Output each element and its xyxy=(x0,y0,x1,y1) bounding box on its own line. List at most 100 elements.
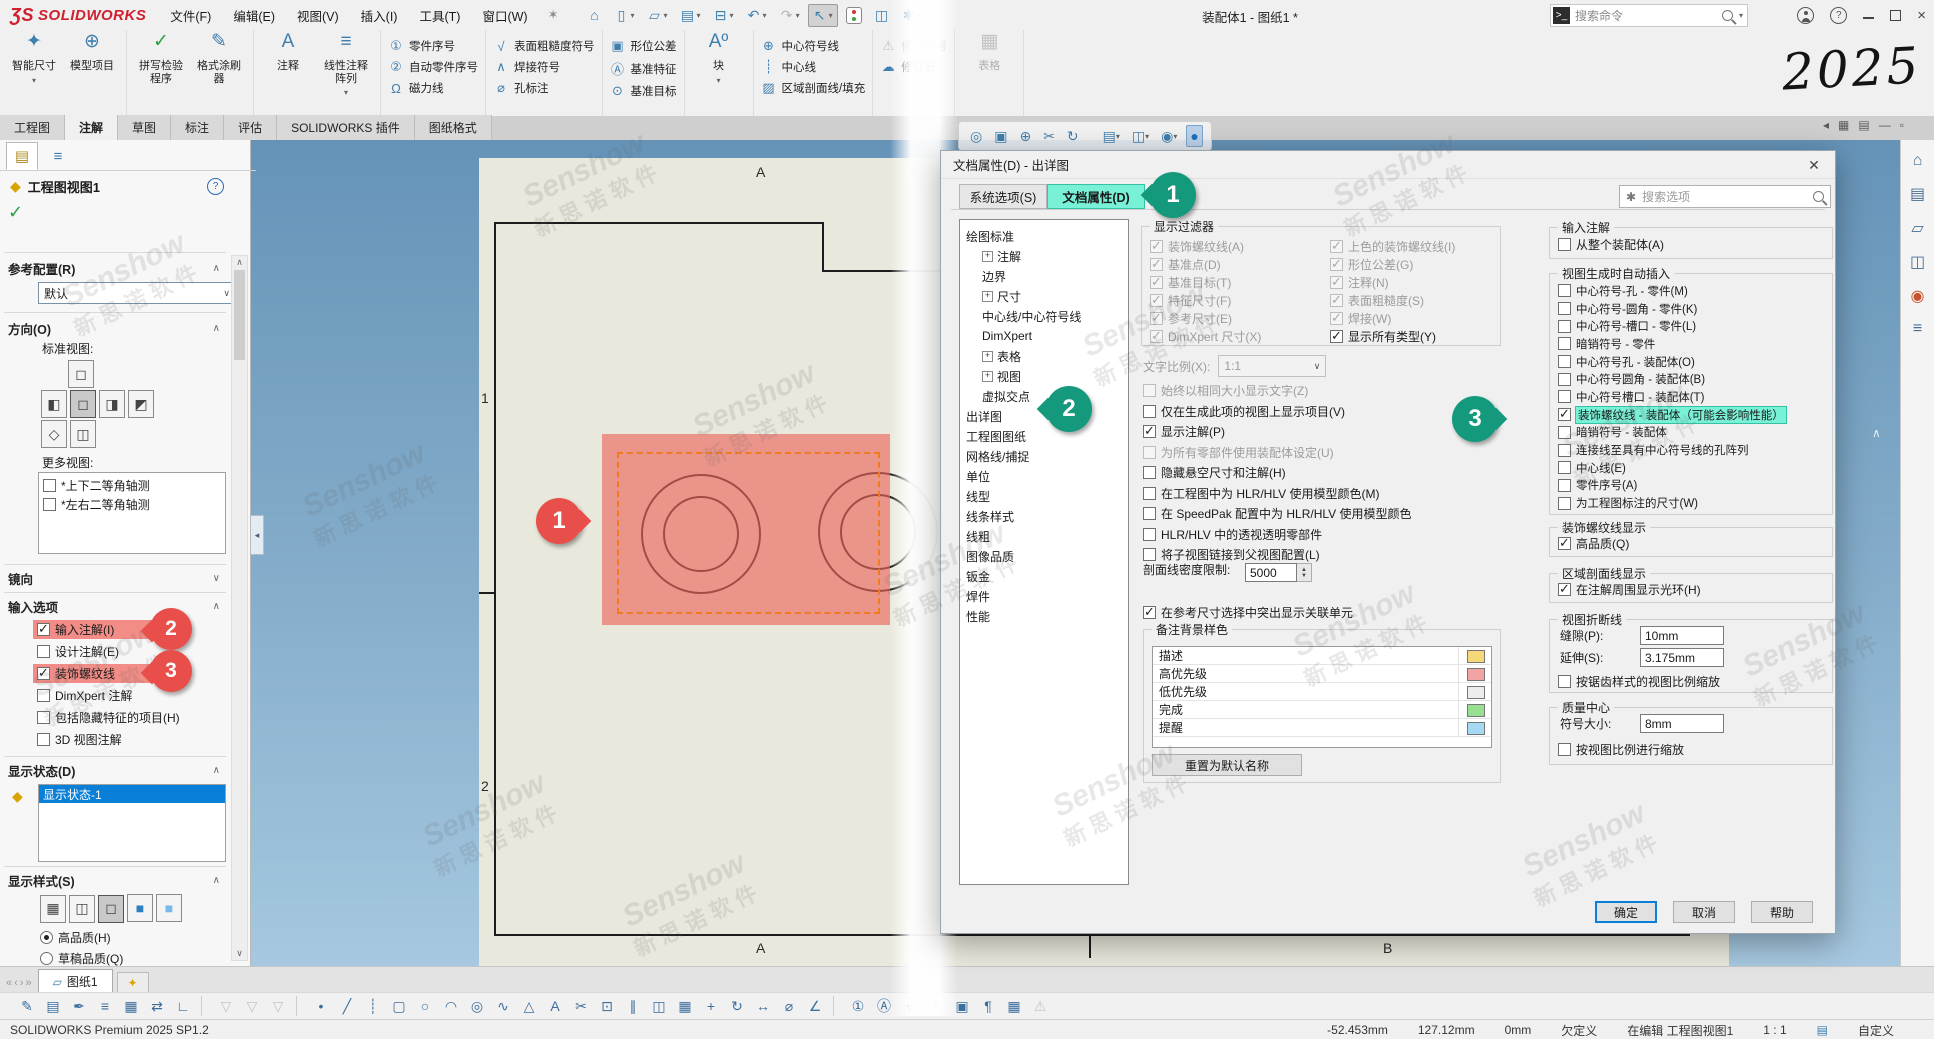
select-cursor-icon[interactable]: ↖ xyxy=(808,4,838,27)
print-icon[interactable]: ⊟ xyxy=(709,4,739,27)
reset-names-button[interactable]: 重置为默认名称 xyxy=(1152,754,1302,776)
move-entities-icon[interactable]: + xyxy=(700,995,722,1017)
dialog-close-button[interactable]: ✕ xyxy=(1803,156,1825,174)
zoom-inout-icon[interactable]: ⊕ xyxy=(1016,126,1034,147)
menu-item[interactable]: 文件(F) xyxy=(160,2,221,29)
note-tool-icon[interactable]: ¶ xyxy=(977,995,999,1017)
tab-sketch[interactable]: 草图 xyxy=(118,115,171,140)
sketch-rectangle-icon[interactable]: ▢ xyxy=(388,995,410,1017)
filter-icon[interactable]: ▽ xyxy=(267,995,289,1017)
rebuild-traffic-light-icon[interactable] xyxy=(841,4,867,27)
balloon-button[interactable]: ①零件序号 xyxy=(388,38,478,54)
design-journal-icon[interactable]: ✎ xyxy=(16,995,38,1017)
filter-checkbox[interactable]: 基准点(D) xyxy=(1150,255,1261,273)
hole-callout-button[interactable]: ⌀孔标注 xyxy=(493,80,595,96)
collapse-chevron-icon[interactable]: ∧ xyxy=(213,323,220,334)
spell-check-button[interactable]: ✓拼写检验程序 xyxy=(134,34,188,85)
wireframe-style-button[interactable]: ▦ xyxy=(40,895,66,923)
hatch-density-spinner[interactable]: 5000 ▲▼ xyxy=(1245,563,1312,582)
tile-windows-icon[interactable]: ▦ xyxy=(1838,118,1849,132)
user-account-icon[interactable] xyxy=(1797,7,1814,24)
model-items-button[interactable]: ⊕模型项目 xyxy=(65,34,119,73)
custom-properties-icon[interactable]: ≡ xyxy=(1913,320,1922,338)
search-icon[interactable] xyxy=(1722,10,1733,21)
line-format-icon[interactable]: ≡ xyxy=(94,995,116,1017)
new-file-icon[interactable]: ▯ xyxy=(609,4,639,27)
scroll-thumb[interactable] xyxy=(234,270,245,360)
redo-icon[interactable]: ↷ xyxy=(775,4,805,27)
view-isometric-button[interactable]: ◇ xyxy=(41,420,67,448)
menu-item[interactable]: 插入(I) xyxy=(351,2,408,29)
sketch-line-icon[interactable]: ╱ xyxy=(336,995,358,1017)
shaded-with-edges-button[interactable]: ■ xyxy=(127,894,153,922)
options-tree[interactable]: +绘图标准+注解+边界+尺寸+中心线/中心符号线+DimXpert+表格+视图+… xyxy=(959,219,1129,885)
smart-dimension-button[interactable]: ✦智能尺寸 xyxy=(7,34,61,87)
filter-checkbox[interactable]: 显示所有类型(Y) xyxy=(1330,327,1455,345)
collapse-chevron-icon[interactable]: ∧ xyxy=(213,875,220,886)
convert-entities-icon[interactable]: ⊡ xyxy=(596,995,618,1017)
filter-icon[interactable]: ▽ xyxy=(241,995,263,1017)
angle-dimension-icon[interactable]: ∠ xyxy=(804,995,826,1017)
system-options-tab[interactable]: 系统选项(S) xyxy=(959,184,1047,209)
panel-help-icon[interactable]: ? xyxy=(207,178,224,195)
jagged-scale-checkbox[interactable]: 按锯齿样式的视图比例缩放 xyxy=(1558,672,1720,691)
tab-sheet-format[interactable]: 图纸格式 xyxy=(415,115,492,140)
home-icon[interactable]: ⌂ xyxy=(582,4,606,26)
hidden-lines-visible-button[interactable]: ◫ xyxy=(69,895,95,923)
note-button[interactable]: A注释 xyxy=(261,34,315,73)
filter-checkbox[interactable]: 装饰螺纹线(A) xyxy=(1150,237,1261,255)
tab-markup[interactable]: 标注 xyxy=(171,115,224,140)
menu-item[interactable]: 工具(T) xyxy=(409,2,470,29)
search-icon[interactable] xyxy=(1813,191,1824,202)
rotate-entities-icon[interactable]: ↻ xyxy=(726,995,748,1017)
status-sheet-scale[interactable]: 1 : 1 xyxy=(1763,1023,1786,1037)
linear-pattern-icon[interactable]: ▦ xyxy=(674,995,696,1017)
cascade-windows-icon[interactable]: ▤ xyxy=(1858,118,1869,132)
view-back-button[interactable]: ◩ xyxy=(128,390,154,418)
cancel-button[interactable]: 取消 xyxy=(1673,901,1735,923)
sketch-arc-icon[interactable]: ◠ xyxy=(440,995,462,1017)
tree-expand-icon[interactable]: + xyxy=(982,371,993,382)
feature-tree-tab[interactable]: ≡ xyxy=(42,142,74,170)
hide-show-items-icon[interactable]: ◉ xyxy=(1158,126,1180,147)
shaded-button[interactable]: ■ xyxy=(156,894,182,922)
mirror-entities-icon[interactable]: ◫ xyxy=(648,995,670,1017)
file-explorer-icon[interactable]: ▱ xyxy=(1911,218,1923,238)
display-style-icon[interactable]: ◫ xyxy=(1129,126,1152,147)
block-button[interactable]: Aº块 xyxy=(692,34,746,87)
home-icon[interactable]: ⌂ xyxy=(1913,152,1923,170)
sketch-text-icon[interactable]: A xyxy=(544,995,566,1017)
more-views-list[interactable]: *上下二等角轴测*左右二等角轴测 xyxy=(38,472,226,554)
layer-grid-icon[interactable]: ▦ xyxy=(120,995,142,1017)
appearances-icon[interactable]: ◉ xyxy=(1911,286,1925,306)
geometric-tolerance-button[interactable]: ▣形位公差 xyxy=(610,38,677,54)
flip-view-icon[interactable]: ⇄ xyxy=(146,995,168,1017)
filter-checkbox[interactable]: 基准目标(T) xyxy=(1150,273,1261,291)
format-painter-button[interactable]: ✎格式涂刷器 xyxy=(192,34,246,85)
collapse-chevron-icon[interactable]: ∧ xyxy=(213,263,220,274)
help-icon[interactable]: ? xyxy=(1830,7,1847,24)
view-top-button[interactable]: ◻ xyxy=(68,360,94,388)
tab-drawing[interactable]: 工程图 xyxy=(0,115,65,140)
collapse-chevron-icon[interactable]: ∧ xyxy=(213,765,220,776)
search-caret-icon[interactable]: ▾ xyxy=(1739,11,1743,20)
filter-checkbox[interactable]: 形位公差(G) xyxy=(1330,255,1455,273)
ok-check-icon[interactable]: ✓ xyxy=(8,202,23,223)
filter-checkbox[interactable]: 上色的装饰螺纹线(I) xyxy=(1330,237,1455,255)
collapse-chevron-icon[interactable]: ∧ xyxy=(213,601,220,612)
auto-balloon-button[interactable]: ②自动零件序号 xyxy=(388,59,478,75)
filter-checkbox[interactable]: 参考尺寸(E) xyxy=(1150,309,1261,327)
filter-checkbox[interactable]: 焊接(W) xyxy=(1330,309,1455,327)
tab-evaluate[interactable]: 评估 xyxy=(224,115,277,140)
add-sheet-button[interactable]: ✦ xyxy=(117,972,149,993)
appearance-brush-icon[interactable]: ✒ xyxy=(68,995,90,1017)
open-file-icon[interactable]: ▱ xyxy=(643,4,673,27)
documents-icon[interactable]: ▤ xyxy=(42,995,64,1017)
minimize-button[interactable] xyxy=(1863,11,1874,19)
save-icon[interactable]: ▤ xyxy=(676,4,706,27)
view-settings-icon[interactable]: ▤ xyxy=(1100,126,1123,147)
revision-tool-icon[interactable]: ⚠ xyxy=(1029,995,1051,1017)
section-view-icon[interactable]: ✂ xyxy=(1040,126,1058,147)
tab-annotation[interactable]: 注解 xyxy=(65,115,118,140)
tables-button[interactable]: ▦表格 xyxy=(962,34,1016,73)
